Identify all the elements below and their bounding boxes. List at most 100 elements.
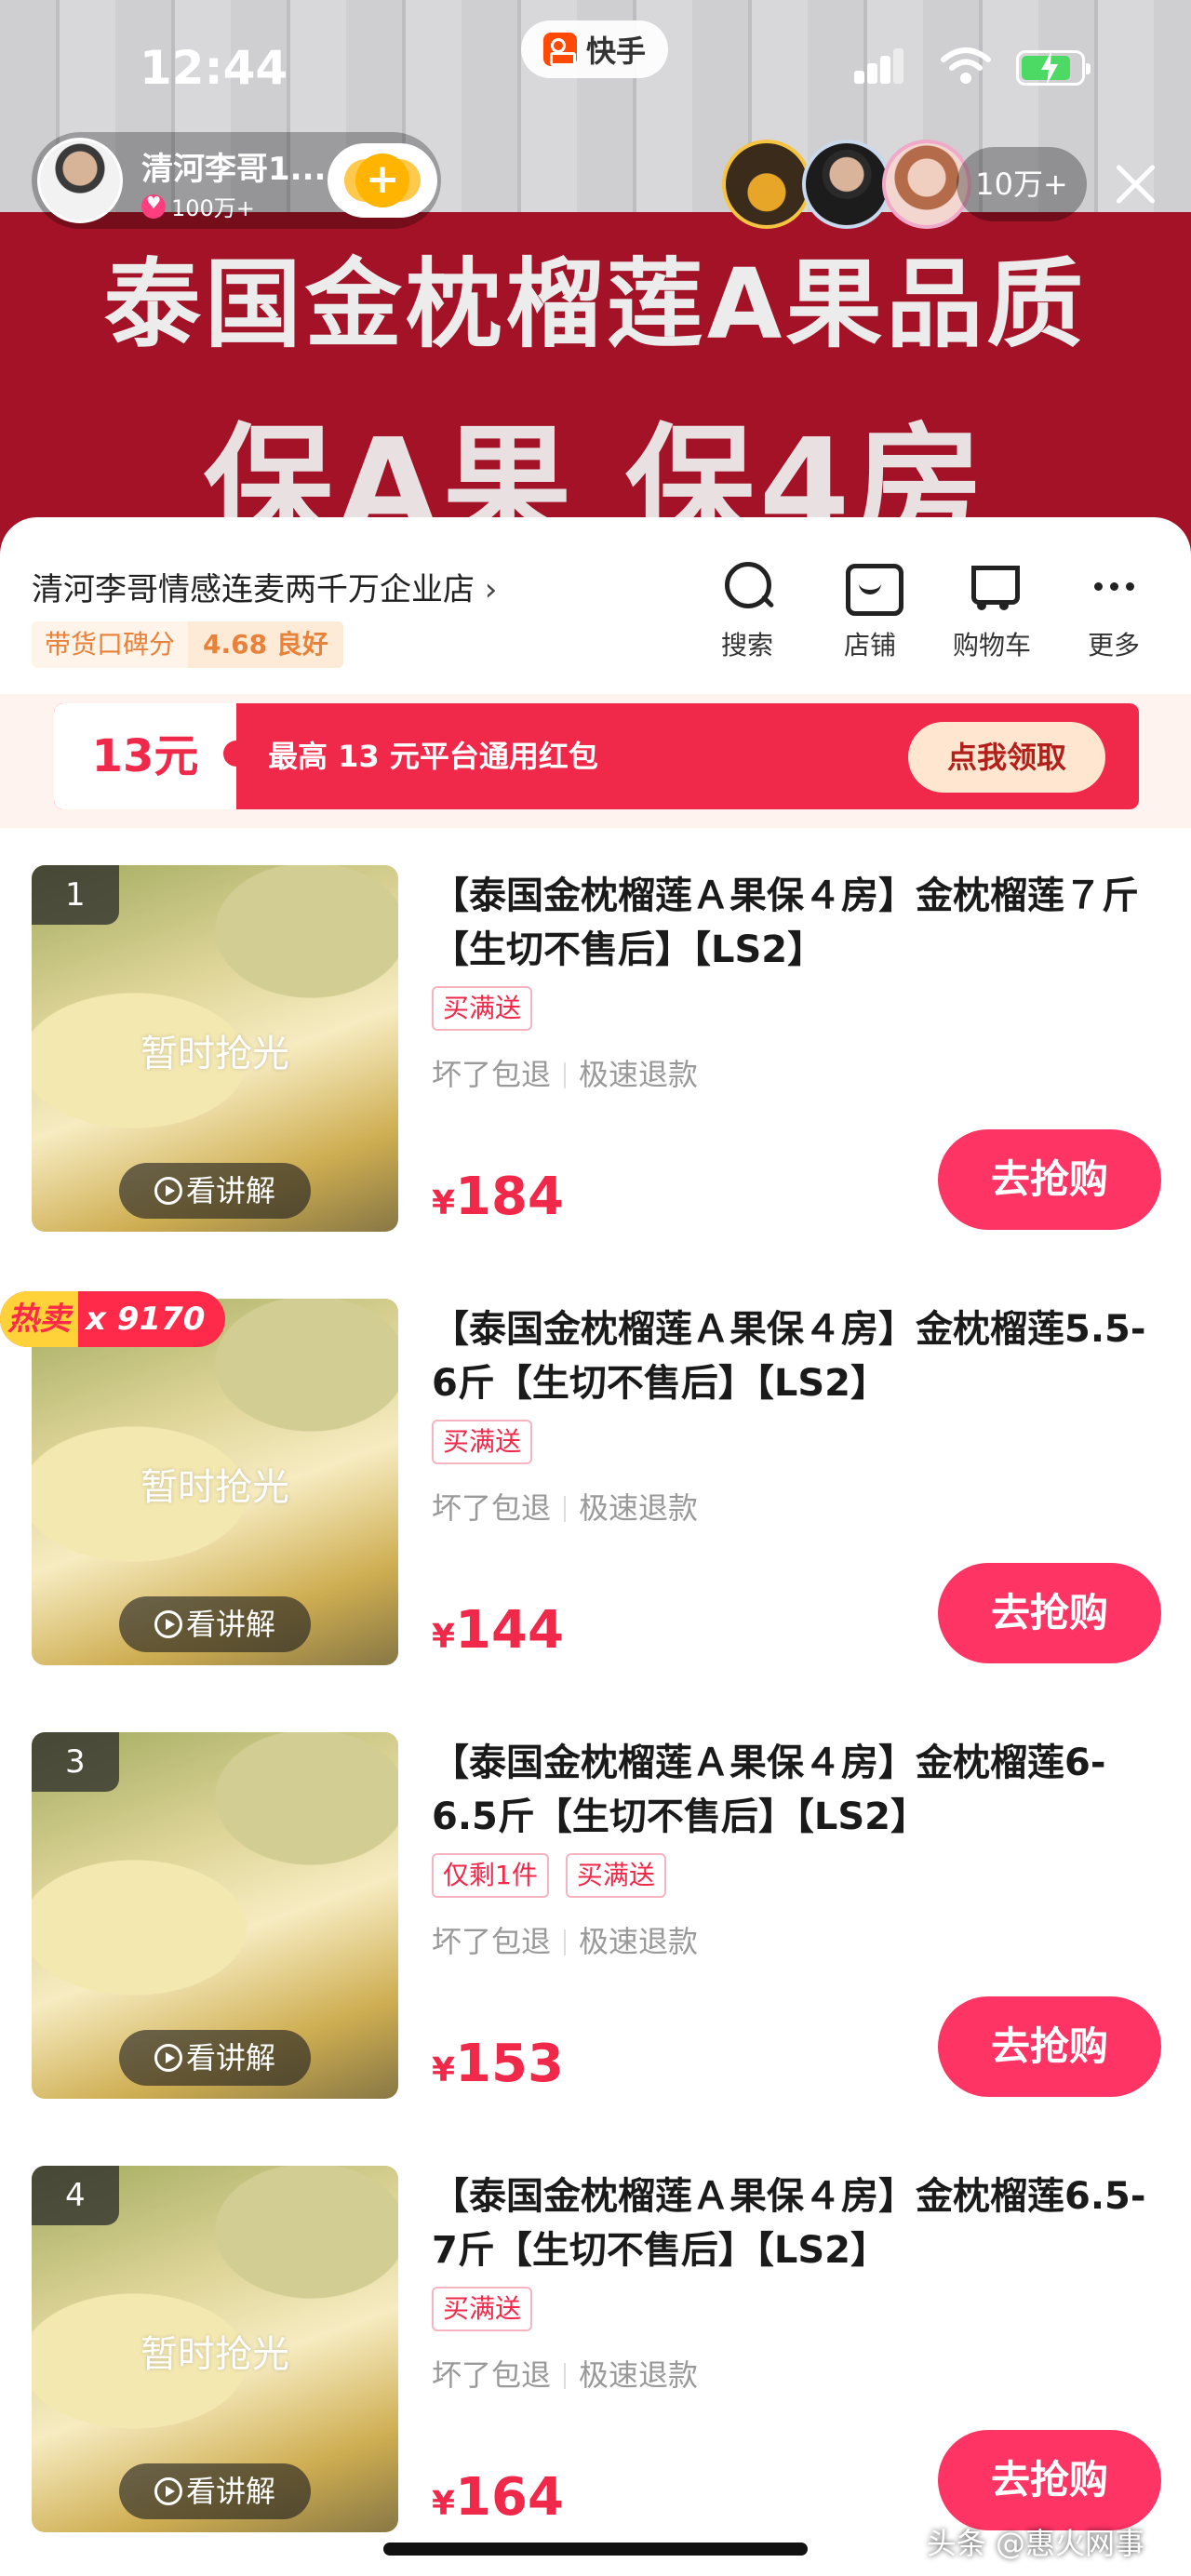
divider bbox=[564, 1929, 567, 1955]
soldout-label: 暂时抢光 bbox=[141, 1033, 289, 1075]
product-tags: 仅剩1件 买满送 bbox=[432, 1853, 666, 1898]
service-refund: 极速退款 bbox=[579, 1057, 699, 1092]
play-icon bbox=[154, 1177, 182, 1205]
search-button[interactable]: 搜索 bbox=[696, 558, 798, 662]
product-tags: 买满送 bbox=[432, 1420, 533, 1464]
service-refund: 极速退款 bbox=[579, 2357, 699, 2393]
price-value: 164 bbox=[455, 2467, 564, 2528]
coupon-amount: 13元 bbox=[54, 703, 249, 809]
store-button[interactable]: 店铺 bbox=[819, 558, 921, 662]
cart-icon bbox=[964, 558, 1020, 614]
hot-tag: 热卖 bbox=[0, 1291, 78, 1347]
price-value: 184 bbox=[455, 1167, 564, 1227]
rating-label: 带货口碑分 bbox=[32, 621, 189, 668]
buy-button[interactable]: 去抢购 bbox=[938, 1996, 1161, 2097]
store-label: 店铺 bbox=[843, 630, 896, 661]
service-return: 坏了包退 bbox=[432, 1057, 552, 1092]
product-price: ¥184 bbox=[432, 1167, 564, 1227]
plus-icon: + bbox=[355, 153, 409, 207]
currency-symbol: ¥ bbox=[432, 2051, 456, 2089]
product-image[interactable]: 4 暂时抢光 看讲解 bbox=[32, 2166, 398, 2532]
viewer-avatar[interactable] bbox=[722, 140, 811, 229]
explain-label: 看讲解 bbox=[185, 1607, 275, 1642]
stock-tag: 仅剩1件 bbox=[432, 1853, 549, 1898]
close-icon[interactable] bbox=[1107, 156, 1163, 212]
watermark: 头条 @惠火网事 bbox=[926, 2526, 1144, 2561]
cart-button[interactable]: 购物车 bbox=[941, 558, 1043, 662]
more-button[interactable]: 更多 bbox=[1063, 558, 1165, 662]
service-return: 坏了包退 bbox=[432, 2357, 552, 2393]
divider bbox=[564, 2363, 567, 2389]
price-value: 153 bbox=[455, 2034, 564, 2094]
follow-button[interactable]: + bbox=[328, 143, 437, 218]
home-indicator[interactable] bbox=[383, 2543, 808, 2556]
product-title[interactable]: 【泰国金枕榴莲Ａ果保４房】金枕榴莲6.5-7斤【生切不售后】【LS2】 bbox=[432, 2169, 1167, 2277]
hot-sale-badge: 热卖 x 9170 bbox=[0, 1291, 226, 1347]
divider bbox=[564, 1496, 567, 1522]
service-refund: 极速退款 bbox=[579, 1490, 699, 1526]
cellular-signal-icon bbox=[854, 47, 903, 87]
wifi-icon bbox=[941, 47, 991, 84]
search-label: 搜索 bbox=[720, 630, 773, 661]
promo-tag: 买满送 bbox=[432, 986, 533, 1031]
currency-symbol: ¥ bbox=[432, 1618, 456, 1656]
battery-icon bbox=[1016, 50, 1091, 86]
product-price: ¥164 bbox=[432, 2467, 564, 2528]
fans-count: 100万+ bbox=[171, 195, 255, 221]
price-value: 144 bbox=[455, 1600, 564, 1661]
service-return: 坏了包退 bbox=[432, 1924, 552, 1959]
product-item[interactable]: 暂时抢光 看讲解 热卖 x 9170 【泰国金枕榴莲Ａ果保４房】金枕榴莲5.5-… bbox=[0, 1291, 1191, 1732]
product-title[interactable]: 【泰国金枕榴莲Ａ果保４房】金枕榴莲７斤【生切不售后】【LS2】 bbox=[432, 869, 1167, 977]
product-price: ¥153 bbox=[432, 2034, 564, 2094]
service-info: 坏了包退 极速退款 bbox=[432, 1918, 698, 1961]
coupon-description: 最高 13 元平台通用红包 bbox=[268, 739, 598, 774]
product-image[interactable]: 1 暂时抢光 看讲解 bbox=[32, 865, 398, 1232]
viewer-count[interactable]: 10万+ bbox=[957, 147, 1087, 221]
coupon-banner[interactable]: 13元 最高 13 元平台通用红包 点我领取 bbox=[54, 703, 1139, 809]
buy-button[interactable]: 去抢购 bbox=[938, 2430, 1161, 2530]
promo-tag: 买满送 bbox=[432, 1420, 533, 1464]
store-icon bbox=[842, 558, 903, 616]
product-item[interactable]: 4 暂时抢光 看讲解 【泰国金枕榴莲Ａ果保４房】金枕榴莲6.5-7斤【生切不售后… bbox=[0, 2166, 1191, 2576]
app-pill[interactable]: 快手 bbox=[521, 20, 668, 78]
product-price: ¥144 bbox=[432, 1600, 564, 1661]
divider bbox=[564, 1062, 567, 1088]
currency-symbol: ¥ bbox=[432, 1184, 456, 1222]
product-item[interactable]: 1 暂时抢光 看讲解 【泰国金枕榴莲Ａ果保４房】金枕榴莲７斤【生切不售后】【LS… bbox=[0, 865, 1191, 1299]
rating-value: 4.68 良好 bbox=[188, 621, 343, 668]
buy-button[interactable]: 去抢购 bbox=[938, 1129, 1161, 1230]
product-tags: 买满送 bbox=[432, 986, 533, 1031]
watch-explanation-button[interactable]: 看讲解 bbox=[119, 2030, 311, 2086]
product-image[interactable]: 3 看讲解 bbox=[32, 1732, 398, 2099]
banner-line-1: 泰国金枕榴莲A果品质 bbox=[103, 247, 1088, 361]
soldout-label: 暂时抢光 bbox=[141, 2333, 289, 2376]
streamer-name: 清河李哥1... bbox=[141, 151, 327, 188]
soldout-label: 暂时抢光 bbox=[141, 1466, 289, 1509]
promo-tag: 买满送 bbox=[565, 1853, 666, 1898]
product-rank: 4 bbox=[32, 2166, 119, 2225]
buy-button[interactable]: 去抢购 bbox=[938, 1563, 1161, 1663]
streamer-fans: 100万+ bbox=[141, 190, 255, 222]
kuaishou-logo-icon bbox=[542, 33, 577, 66]
top-viewers[interactable] bbox=[722, 140, 971, 229]
viewer-avatar[interactable] bbox=[802, 140, 891, 229]
shop-name-link[interactable]: 清河李哥情感连麦两千万企业店 bbox=[32, 564, 497, 609]
status-time: 12:44 bbox=[140, 41, 288, 95]
claim-coupon-button[interactable]: 点我领取 bbox=[908, 722, 1105, 793]
explain-label: 看讲解 bbox=[185, 2474, 275, 2509]
watch-explanation-button[interactable]: 看讲解 bbox=[119, 1163, 311, 1219]
product-item[interactable]: 3 看讲解 【泰国金枕榴莲Ａ果保４房】金枕榴莲6-6.5斤【生切不售后】【LS2… bbox=[0, 1732, 1191, 2166]
watch-explanation-button[interactable]: 看讲解 bbox=[119, 2463, 311, 2519]
coupon-area: 13元 最高 13 元平台通用红包 点我领取 bbox=[0, 694, 1191, 828]
product-title[interactable]: 【泰国金枕榴莲Ａ果保４房】金枕榴莲6-6.5斤【生切不售后】【LS2】 bbox=[432, 1736, 1167, 1844]
product-title[interactable]: 【泰国金枕榴莲Ａ果保４房】金枕榴莲5.5-6斤【生切不售后】【LS2】 bbox=[432, 1302, 1167, 1410]
heart-icon bbox=[141, 194, 166, 219]
product-image[interactable]: 暂时抢光 看讲解 bbox=[32, 1299, 398, 1665]
play-icon bbox=[154, 2477, 182, 2505]
watch-explanation-button[interactable]: 看讲解 bbox=[119, 1596, 311, 1652]
explain-label: 看讲解 bbox=[185, 1173, 275, 1208]
shop-sheet: 清河李哥情感连麦两千万企业店 带货口碑分 4.68 良好 搜索 店铺 购物车 更… bbox=[0, 517, 1191, 2576]
currency-symbol: ¥ bbox=[432, 2485, 456, 2523]
rating-badge: 带货口碑分 4.68 良好 bbox=[32, 621, 343, 668]
streamer-avatar[interactable] bbox=[37, 138, 123, 223]
